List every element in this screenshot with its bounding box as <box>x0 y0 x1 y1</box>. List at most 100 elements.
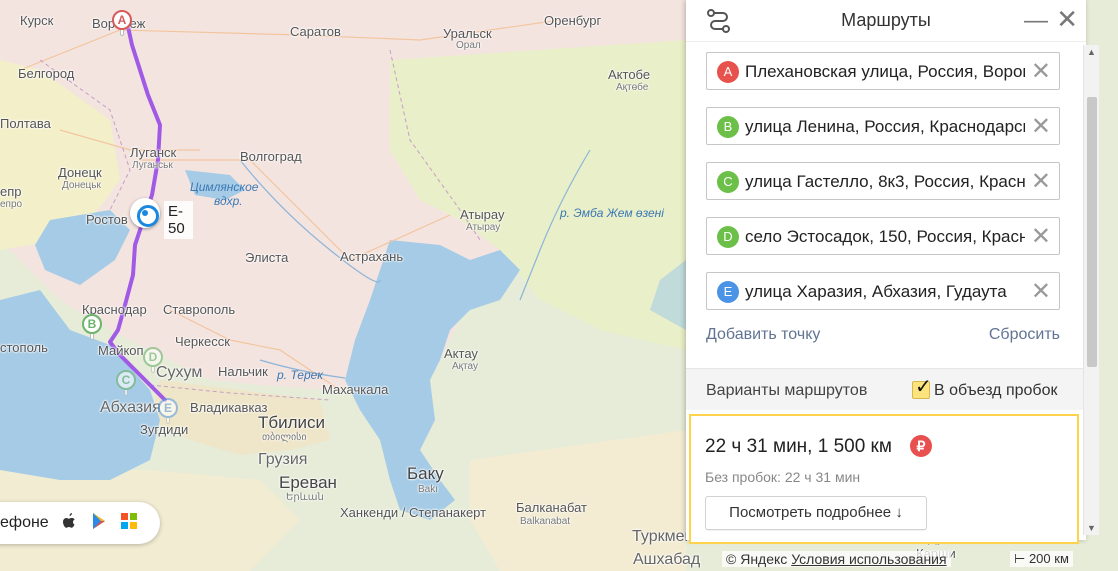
scroll-down-icon[interactable]: ▼ <box>1087 523 1096 533</box>
map-copyright: © Яндекс Условия использования <box>722 551 951 567</box>
waypoint-actions: Добавить точку Сбросить <box>706 326 1060 344</box>
map-label: Махачкала <box>322 382 389 397</box>
map-label: Майкоп <box>98 343 144 358</box>
avoid-traffic-label[interactable]: В объезд пробок <box>934 382 1057 400</box>
waypoint-input[interactable]: село Эстосадок, 150, Россия, Краснодарск… <box>745 227 1025 247</box>
waypoint-field-a[interactable]: A Плехановская улица, Россия, Воронеж ✕ <box>706 52 1060 90</box>
route-variants-bar: Варианты маршрутов В объезд пробок <box>686 368 1086 410</box>
clear-waypoint-icon[interactable]: ✕ <box>1031 112 1051 141</box>
copyright-text: © Яндекс <box>726 551 788 567</box>
map-label: Грузия <box>258 451 308 468</box>
map-label: р. Эмба Жем өзені <box>560 206 664 220</box>
scroll-thumb[interactable] <box>1087 97 1097 367</box>
pin-letter: C <box>116 370 136 390</box>
clear-waypoint-icon[interactable]: ✕ <box>1031 167 1051 196</box>
route-marker-icon <box>130 198 160 228</box>
map-label: Тбилиси <box>258 413 326 432</box>
map-label: Ростов <box>86 212 128 227</box>
clear-waypoint-icon[interactable]: ✕ <box>1031 277 1051 306</box>
map-label: Донецк <box>58 165 102 180</box>
map-scale: ⊢ 200 км <box>1010 551 1073 567</box>
route-pin-a[interactable]: A <box>112 10 132 36</box>
map-label: Ханкенди / Степанакерт <box>340 505 487 520</box>
waypoint-marker: D <box>717 226 739 248</box>
close-icon[interactable]: ✕ <box>1056 4 1078 35</box>
map-label: Абхазия <box>100 399 161 416</box>
map-label: Астрахань <box>340 249 404 264</box>
map-label: Зугдиди <box>140 422 189 437</box>
map-label: Орал <box>456 40 481 51</box>
ruble-icon[interactable]: ₽ <box>910 435 932 457</box>
route-result-card[interactable]: 22 ч 31 мин, 1 500 км ₽ Без пробок: 22 ч… <box>689 414 1079 544</box>
no-traffic-time: Без пробок: 22 ч 31 мин <box>705 469 861 485</box>
map-label: Волгоград <box>240 149 302 164</box>
route-marker-label: E-50 <box>164 201 193 239</box>
app-promo-text: ефоне <box>0 514 49 531</box>
minimize-icon[interactable]: — <box>1024 7 1048 35</box>
panel-header: Маршруты — ✕ <box>686 0 1086 42</box>
route-variants-label: Варианты маршрутов <box>706 382 868 399</box>
apple-icon[interactable] <box>59 512 79 535</box>
map-label: თბილისი <box>262 432 307 443</box>
scale-bar-icon: ⊢ <box>1014 551 1026 566</box>
route-pin-c[interactable]: C <box>116 370 136 396</box>
map-label: Երևան <box>286 492 324 503</box>
waypoint-input[interactable]: улица Гастелло, 8к3, Россия, Краснодарск… <box>745 172 1025 192</box>
route-pin-e[interactable]: E <box>158 398 178 424</box>
map-label: Ашхабад <box>633 551 701 568</box>
map-label: р. Терек <box>277 368 323 382</box>
map-label: Атырау <box>460 207 505 222</box>
map-label: Ереван <box>279 473 337 492</box>
waypoint-input[interactable]: Плехановская улица, Россия, Воронеж <box>745 62 1025 82</box>
route-summary: 22 ч 31 мин, 1 500 км <box>705 436 892 457</box>
map-label: Bakı <box>418 484 439 495</box>
map-label: вдхр. <box>214 194 243 208</box>
waypoint-field-c[interactable]: Cулица Гастелло, 8к3, Россия, Краснодарс… <box>706 162 1060 200</box>
map-label: Черкесск <box>175 334 230 349</box>
waypoint-marker: A <box>717 61 739 83</box>
map-label: Нальчик <box>218 364 268 379</box>
avoid-traffic-checkbox[interactable] <box>912 374 932 399</box>
map-label: Полтава <box>0 116 51 131</box>
map-label: стополь <box>0 340 48 355</box>
map-label: Уральск <box>443 26 492 41</box>
details-button[interactable]: Посмотреть подробнее ↓ <box>705 496 927 530</box>
add-point-link[interactable]: Добавить точку <box>706 326 820 343</box>
pin-letter: A <box>112 10 132 30</box>
map-label: Луганск <box>130 145 177 160</box>
routes-panel: Маршруты — ✕ A Плехановская улица, Россия… <box>686 0 1086 544</box>
scroll-up-icon[interactable]: ▲ <box>1087 47 1096 57</box>
google-play-icon[interactable] <box>89 512 109 535</box>
map-label: Саратов <box>290 24 341 39</box>
map-label: Ақтөбе <box>616 82 649 93</box>
map-label: епр <box>0 184 22 199</box>
waypoint-marker: B <box>717 116 739 138</box>
route-pin-d[interactable]: D <box>143 347 163 373</box>
route-pin-b[interactable]: B <box>82 314 102 340</box>
clear-waypoint-icon[interactable]: ✕ <box>1031 57 1051 86</box>
map-label: Актобе <box>608 67 651 82</box>
map-label: Курск <box>20 13 54 28</box>
map-label: Цимлянское <box>190 180 259 194</box>
map-label: епро <box>0 199 23 210</box>
panel-scrollbar[interactable]: ▲ ▼ <box>1083 45 1099 535</box>
map-label: Белгород <box>18 66 75 81</box>
waypoint-field-e[interactable]: Eулица Харазия, Абхазия, Гудаута ✕ <box>706 272 1060 310</box>
map-label: Владикавказ <box>190 400 268 415</box>
map-label: Элиста <box>245 250 289 265</box>
pin-letter: D <box>143 347 163 367</box>
waypoint-field-d[interactable]: Dсело Эстосадок, 150, Россия, Краснодарс… <box>706 217 1060 255</box>
waypoint-input[interactable]: улица Харазия, Абхазия, Гудаута <box>745 282 1025 302</box>
waypoint-marker: C <box>717 171 739 193</box>
map-label: Ставрополь <box>163 302 236 317</box>
app-promo[interactable]: ефоне <box>0 502 160 544</box>
map-label: Ақтау <box>452 361 478 372</box>
waypoint-field-b[interactable]: Bулица Ленина, Россия, Краснодарский кра… <box>706 107 1060 145</box>
waypoint-input[interactable]: улица Ленина, Россия, Краснодарский край <box>745 117 1025 137</box>
map-label: Балканабат <box>516 500 588 515</box>
clear-waypoint-icon[interactable]: ✕ <box>1031 222 1051 251</box>
terms-link[interactable]: Условия использования <box>791 551 946 567</box>
windows-icon[interactable] <box>119 512 139 534</box>
reset-link[interactable]: Сбросить <box>989 326 1060 344</box>
map-label: Атырау <box>466 222 501 233</box>
